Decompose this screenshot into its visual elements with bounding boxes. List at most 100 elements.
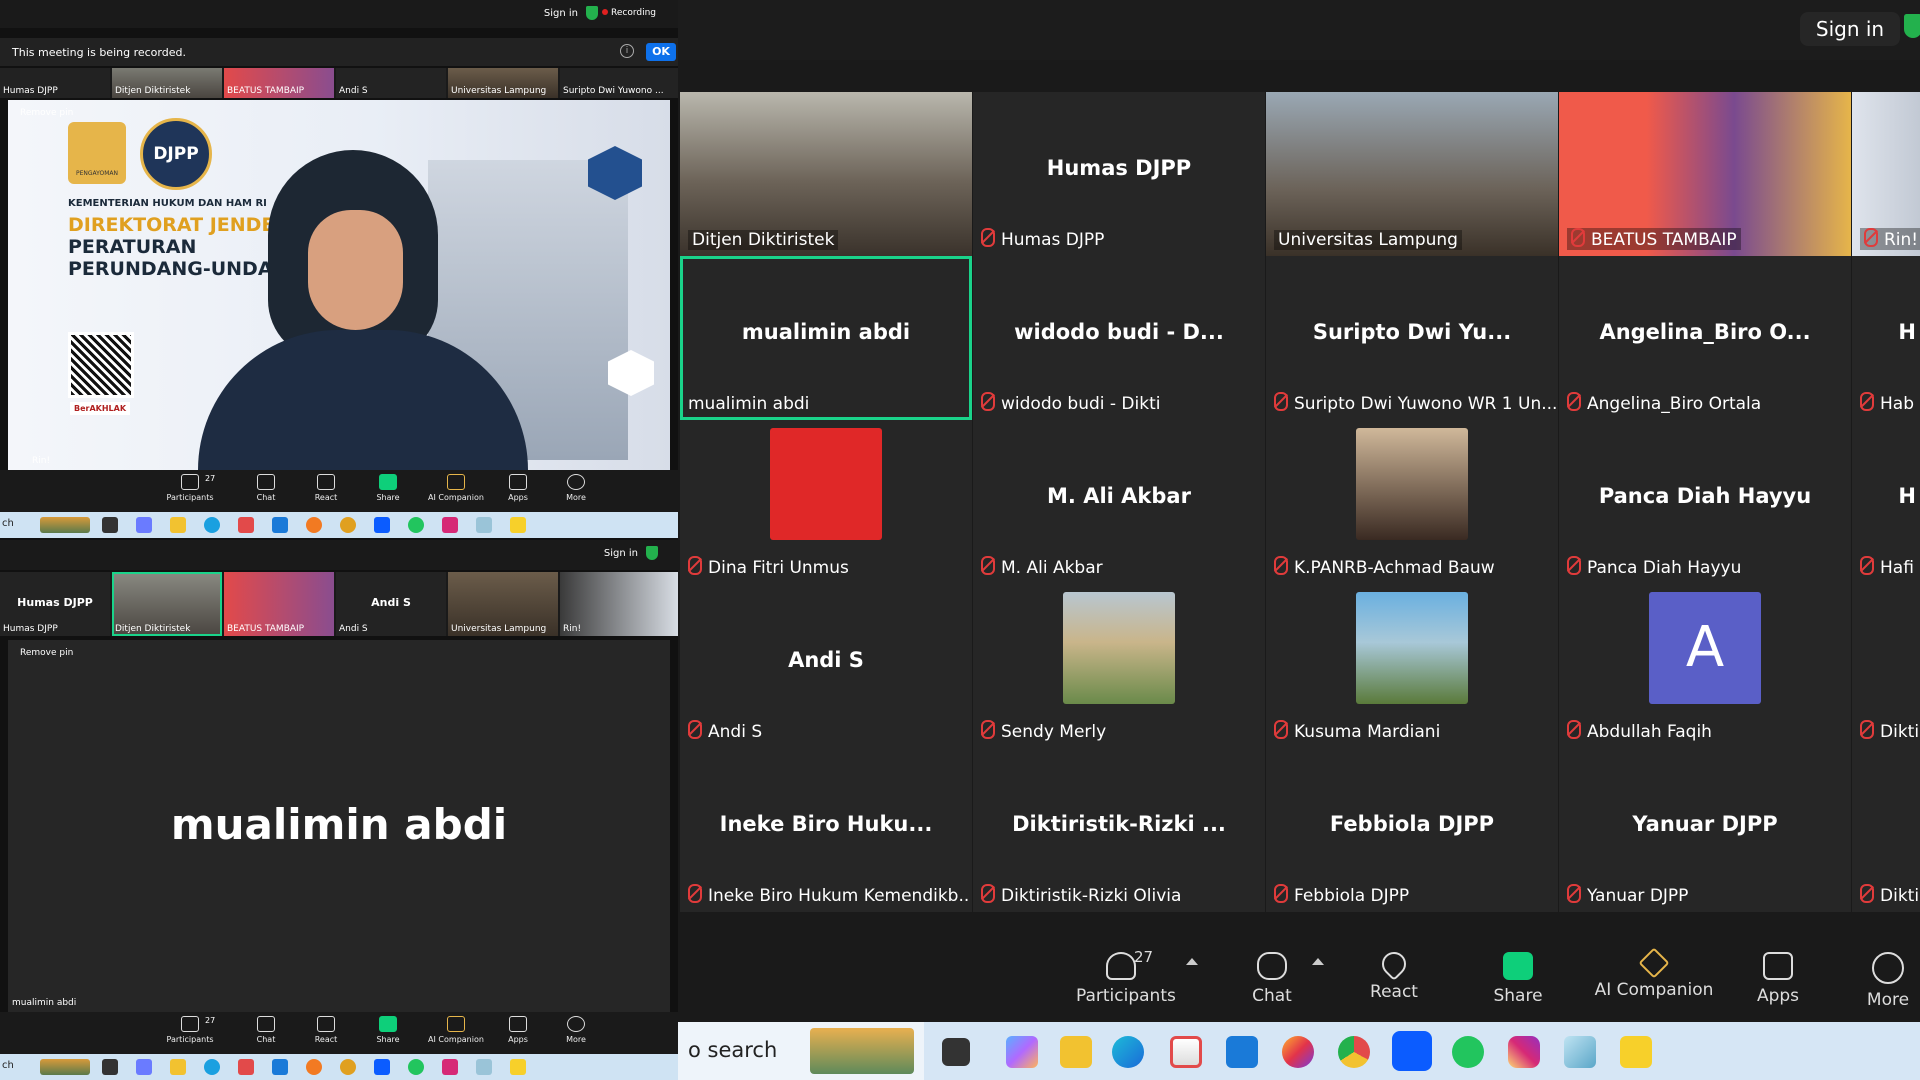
participant-tile[interactable]: Dikti: [1852, 584, 1920, 748]
share-button[interactable]: Share: [358, 1016, 418, 1044]
sticky-notes-icon[interactable]: [1620, 1036, 1652, 1068]
mail-icon[interactable]: [1226, 1036, 1258, 1068]
firefox-icon[interactable]: [306, 517, 322, 533]
participant-tile[interactable]: Suripto Dwi Yu... Suripto Dwi Yuwono WR 1…: [1266, 256, 1558, 420]
participant-tile[interactable]: Ditjen Diktiristek: [680, 92, 972, 256]
participants-button[interactable]: 27 Participants: [1076, 948, 1176, 1006]
thumb-tile[interactable]: Ditjen Diktiristek: [112, 572, 222, 636]
participant-tile[interactable]: widodo budi - D... widodo budi - Dikti: [973, 256, 1265, 420]
recording-indicator[interactable]: Recording: [602, 8, 656, 18]
thumb-tile[interactable]: Andi S: [336, 68, 446, 98]
edge-icon[interactable]: [1112, 1036, 1144, 1068]
store-icon[interactable]: [238, 1059, 254, 1075]
share-button[interactable]: Share: [1488, 952, 1548, 1006]
ai-companion-button[interactable]: AI Companion: [1594, 947, 1714, 1000]
apps-button[interactable]: Apps: [488, 1016, 548, 1044]
participant-tile[interactable]: mualimin abdi mualimin abdi: [680, 256, 972, 420]
search-box[interactable]: ch: [2, 1060, 14, 1071]
thumb-tile[interactable]: BEATUS TAMBAIP: [224, 572, 334, 636]
chat-button[interactable]: Chat: [236, 1016, 296, 1044]
participant-tile[interactable]: Ineke Biro Huku... Ineke Biro Hukum Kemen…: [680, 748, 972, 912]
thumb-tile[interactable]: Humas DJPP Humas DJPP: [0, 572, 110, 636]
apps-button[interactable]: Apps: [1748, 952, 1808, 1006]
task-view-icon[interactable]: [942, 1038, 970, 1066]
whatsapp-icon[interactable]: [1452, 1036, 1484, 1068]
firefox-icon[interactable]: [306, 1059, 322, 1075]
react-button[interactable]: React: [1364, 947, 1424, 1002]
notepad-icon[interactable]: [1564, 1036, 1596, 1068]
chat-button[interactable]: Chat: [1242, 952, 1302, 1006]
more-button[interactable]: More: [546, 1016, 606, 1044]
instagram-icon[interactable]: [1508, 1036, 1540, 1068]
firefox-icon[interactable]: [1282, 1036, 1314, 1068]
chevron-up-icon[interactable]: [1312, 958, 1324, 965]
participant-tile[interactable]: Kusuma Mardiani: [1266, 584, 1558, 748]
widget-icon[interactable]: [40, 517, 90, 533]
folder-icon[interactable]: [1060, 1036, 1092, 1068]
chrome-icon[interactable]: [340, 1059, 356, 1075]
thumb-tile[interactable]: Ditjen Diktiristek: [112, 68, 222, 98]
signin-button[interactable]: Sign in: [1800, 12, 1900, 46]
more-button[interactable]: More: [1858, 952, 1918, 1010]
react-button[interactable]: React: [296, 474, 356, 502]
folder-icon[interactable]: [170, 517, 186, 533]
chat-button[interactable]: Chat: [236, 474, 296, 502]
sticky-notes-icon[interactable]: [510, 517, 526, 533]
info-icon[interactable]: i: [620, 44, 634, 58]
task-view-icon[interactable]: [102, 1059, 118, 1075]
folder-icon[interactable]: [170, 1059, 186, 1075]
participant-tile[interactable]: Rin!: [1852, 92, 1920, 256]
thumb-tile[interactable]: Suripto Dwi Yuwono ...: [560, 68, 678, 98]
participant-tile[interactable]: Universitas Lampung: [1266, 92, 1558, 256]
edge-icon[interactable]: [204, 517, 220, 533]
mail-icon[interactable]: [272, 517, 288, 533]
participant-tile[interactable]: H Hab: [1852, 256, 1920, 420]
store-icon[interactable]: [1170, 1036, 1202, 1068]
signin-link[interactable]: Sign in: [544, 8, 578, 19]
instagram-icon[interactable]: [442, 517, 458, 533]
instagram-icon[interactable]: [442, 1059, 458, 1075]
more-button[interactable]: More: [546, 474, 606, 502]
whatsapp-icon[interactable]: [408, 517, 424, 533]
task-view-icon[interactable]: [102, 517, 118, 533]
participant-tile[interactable]: H Hafi: [1852, 420, 1920, 584]
thumb-tile[interactable]: Humas DJPP: [0, 68, 110, 98]
participant-tile[interactable]: Angelina_Biro O... Angelina_Biro Ortala: [1559, 256, 1851, 420]
share-button[interactable]: Share: [358, 474, 418, 502]
mail-icon[interactable]: [272, 1059, 288, 1075]
participant-tile[interactable]: BEATUS TAMBAIP: [1559, 92, 1851, 256]
signin-link[interactable]: Sign in: [604, 548, 638, 559]
participant-tile[interactable]: Febbiola DJPP Febbiola DJPP: [1266, 748, 1558, 912]
chrome-icon[interactable]: [340, 517, 356, 533]
participant-tile[interactable]: M. Ali Akbar M. Ali Akbar: [973, 420, 1265, 584]
widget-icon[interactable]: [40, 1059, 90, 1075]
taskbar-search[interactable]: o search: [678, 1022, 924, 1080]
ai-companion-button[interactable]: AI Companion: [426, 1016, 486, 1044]
participant-tile[interactable]: Sendy Merly: [973, 584, 1265, 748]
zoom-icon[interactable]: [1392, 1031, 1432, 1071]
participant-tile[interactable]: Diktiristik-Rizki ... Diktiristik-Rizki O…: [973, 748, 1265, 912]
ai-companion-button[interactable]: AI Companion: [426, 474, 486, 502]
copilot-icon[interactable]: [136, 1059, 152, 1075]
notepad-icon[interactable]: [476, 517, 492, 533]
zoom-icon[interactable]: [374, 1059, 390, 1075]
participant-tile[interactable]: Yanuar DJPP Yanuar DJPP: [1559, 748, 1851, 912]
sticky-notes-icon[interactable]: [510, 1059, 526, 1075]
pinned-video-top[interactable]: PENGAYOMAN DJPP KEMENTERIAN HUKUM DAN HA…: [8, 100, 670, 470]
notepad-icon[interactable]: [476, 1059, 492, 1075]
copilot-icon[interactable]: [1006, 1036, 1038, 1068]
thumb-tile[interactable]: Universitas Lampung: [448, 572, 558, 636]
participant-tile[interactable]: Dikti: [1852, 748, 1920, 912]
remove-pin-button[interactable]: Remove pin: [20, 108, 73, 118]
pinned-video-bottom[interactable]: Remove pin mualimin abdi mualimin abdi: [8, 640, 670, 1012]
search-box[interactable]: ch: [2, 518, 14, 529]
chevron-up-icon[interactable]: [1186, 958, 1198, 965]
thumb-tile[interactable]: Rin!: [560, 572, 678, 636]
participant-tile[interactable]: K.PANRB-Achmad Bauw: [1266, 420, 1558, 584]
whatsapp-icon[interactable]: [408, 1059, 424, 1075]
participant-tile[interactable]: Andi S Andi S: [680, 584, 972, 748]
ok-button[interactable]: OK: [646, 43, 676, 61]
chrome-icon[interactable]: [1338, 1036, 1370, 1068]
participant-tile[interactable]: A Abdullah Faqih: [1559, 584, 1851, 748]
participant-tile[interactable]: Humas DJPP Humas DJPP: [973, 92, 1265, 256]
